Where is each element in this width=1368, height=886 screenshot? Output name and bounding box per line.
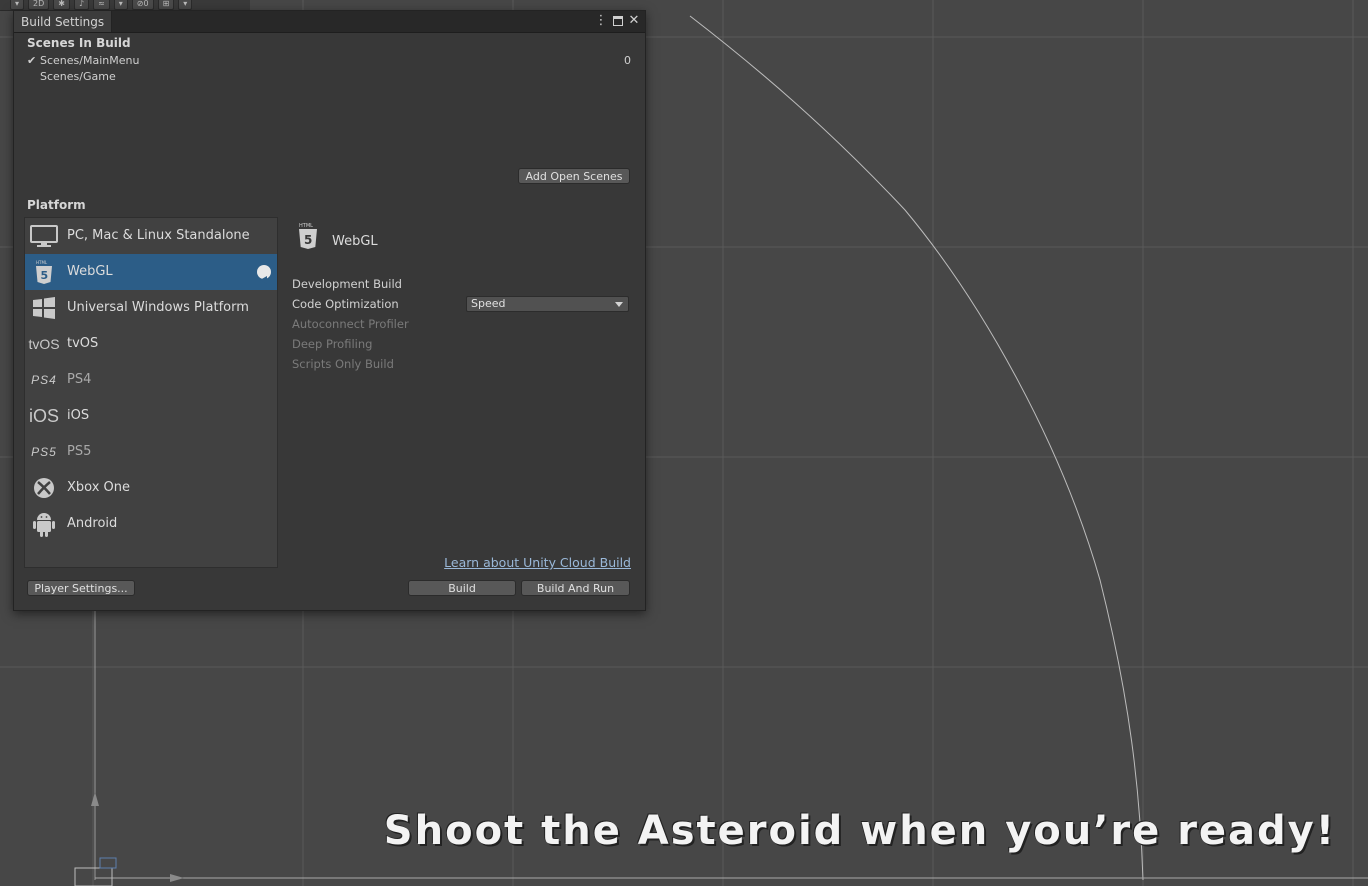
- platform-label: PC, Mac & Linux Standalone: [67, 228, 250, 243]
- effects-icon[interactable]: ≈: [93, 0, 110, 10]
- platform-list: PC, Mac & Linux Standalone HTML 5 WebGL U…: [24, 217, 278, 568]
- deep-profiling-label: Deep Profiling: [292, 337, 373, 351]
- lighting-icon[interactable]: ✱: [53, 0, 70, 10]
- scene-name: Scenes/Game: [40, 70, 116, 83]
- svg-text:5: 5: [304, 233, 312, 247]
- platform-label: tvOS: [67, 336, 99, 351]
- audio-icon[interactable]: ♪: [73, 0, 90, 10]
- scenes-list[interactable]: ✔ Scenes/MainMenu 0 Scenes/Game: [27, 53, 631, 85]
- platform-label: PS5: [67, 444, 92, 459]
- platform-item-uwp[interactable]: Universal Windows Platform: [25, 290, 277, 326]
- platform-item-tvos[interactable]: tvOS tvOS: [25, 326, 277, 362]
- code-optimization-label: Code Optimization: [292, 297, 399, 311]
- autoconnect-profiler-label: Autoconnect Profiler: [292, 317, 409, 331]
- svg-text:5: 5: [41, 269, 49, 282]
- more-options-icon[interactable]: ⋮: [594, 13, 608, 29]
- platform-label: Xbox One: [67, 480, 131, 495]
- eye-off-icon: ⊘: [136, 0, 144, 8]
- game-banner-text: Shoot the Asteroid when you’re ready!: [383, 808, 1336, 854]
- platform-item-webgl[interactable]: HTML 5 WebGL: [25, 254, 277, 290]
- checkmark-icon[interactable]: ✔: [27, 53, 39, 69]
- platform-header: Platform: [27, 198, 86, 212]
- development-build-label[interactable]: Development Build: [292, 277, 402, 291]
- scene-row[interactable]: ✔ Scenes/MainMenu 0: [27, 53, 631, 69]
- platform-item-ps5[interactable]: PS5 PS5: [25, 434, 277, 470]
- add-open-scenes-button[interactable]: Add Open Scenes: [518, 168, 630, 184]
- build-settings-window: Build Settings ⋮ ✕ Scenes In Build ✔ Sce…: [13, 10, 646, 611]
- platform-label: Universal Windows Platform: [67, 300, 249, 315]
- settings-platform-title: WebGL: [332, 234, 378, 249]
- platform-item-standalone[interactable]: PC, Mac & Linux Standalone: [25, 218, 277, 254]
- unity-logo-icon: [257, 265, 271, 284]
- hidden-count: 0: [143, 0, 149, 8]
- scene-row[interactable]: Scenes/Game: [27, 69, 631, 85]
- 2d-toggle[interactable]: 2D: [28, 0, 50, 10]
- code-optimization-value: Speed: [471, 297, 506, 310]
- windows-icon: [29, 296, 59, 320]
- svg-text:HTML: HTML: [299, 223, 313, 229]
- dropdown-icon[interactable]: ▾: [10, 0, 25, 10]
- tools-icon[interactable]: ⊞: [157, 0, 175, 10]
- tvos-icon: tvOS: [28, 336, 60, 352]
- hidden-objects-toggle[interactable]: ⊘0: [131, 0, 154, 10]
- platform-label: WebGL: [67, 264, 113, 279]
- chevron-down-icon[interactable]: ▾: [178, 0, 193, 10]
- scripts-only-build-label: Scripts Only Build: [292, 357, 394, 371]
- html5-icon: HTML 5: [297, 221, 319, 254]
- chevron-down-icon[interactable]: ▾: [113, 0, 128, 10]
- platform-label: Android: [67, 516, 118, 531]
- platform-label: PS4: [67, 372, 92, 387]
- code-optimization-dropdown[interactable]: Speed: [466, 296, 629, 312]
- ios-icon: iOS: [29, 406, 60, 426]
- close-icon[interactable]: ✕: [627, 13, 641, 29]
- monitor-icon: [29, 224, 59, 248]
- window-title-tab[interactable]: Build Settings: [14, 11, 113, 32]
- xbox-icon: [29, 476, 59, 500]
- platform-label: iOS: [67, 408, 90, 423]
- platform-settings-panel: HTML 5 WebGL Development Build Code Optim…: [292, 217, 632, 567]
- html5-icon: HTML 5: [29, 260, 59, 284]
- title-bar[interactable]: Build Settings ⋮ ✕: [14, 11, 645, 33]
- platform-item-xbox-one[interactable]: Xbox One: [25, 470, 277, 506]
- scenes-in-build-header: Scenes In Build: [27, 36, 131, 50]
- maximize-icon[interactable]: [611, 13, 625, 29]
- camera-arc: [689, 15, 1144, 881]
- chevron-down-icon: [615, 302, 623, 307]
- player-settings-button[interactable]: Player Settings...: [27, 580, 135, 596]
- scene-index: 0: [624, 54, 631, 67]
- svg-text:HTML: HTML: [36, 260, 48, 265]
- platform-item-ps4[interactable]: PS4 PS4: [25, 362, 277, 398]
- build-and-run-button[interactable]: Build And Run: [521, 580, 630, 596]
- build-button[interactable]: Build: [408, 580, 516, 596]
- scene-name: Scenes/MainMenu: [40, 54, 140, 67]
- ps4-icon: PS4: [31, 373, 57, 387]
- unity-cloud-build-link[interactable]: Learn about Unity Cloud Build: [444, 555, 631, 570]
- platform-item-ios[interactable]: iOS iOS: [25, 398, 277, 434]
- platform-item-android[interactable]: Android: [25, 506, 277, 542]
- ps5-icon: PS5: [31, 445, 57, 459]
- android-icon: [29, 512, 59, 537]
